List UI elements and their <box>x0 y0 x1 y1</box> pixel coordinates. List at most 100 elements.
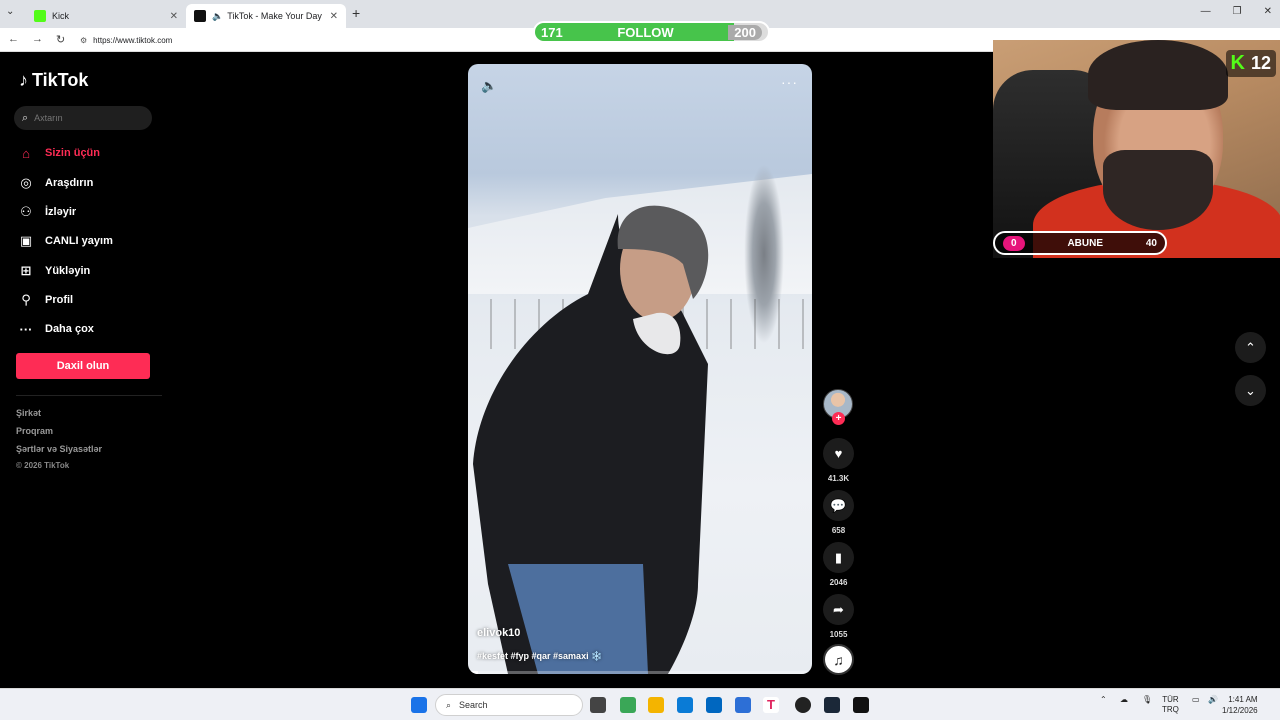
nav-following[interactable]: ⚇ İzləyir <box>17 202 76 222</box>
widgets-icon[interactable] <box>620 697 636 713</box>
nav-more[interactable]: ··· Daha çox <box>17 319 94 339</box>
tiktok-logo[interactable]: ♪ TikTok <box>19 70 88 91</box>
footer-link-company[interactable]: Şirkət <box>16 408 41 418</box>
share-icon: ➦ <box>833 601 844 617</box>
system-clock[interactable]: 1:41 AM 1/12/2026 <box>1222 694 1258 716</box>
previous-video-button[interactable]: ⌃ <box>1235 332 1266 363</box>
search-input[interactable] <box>34 113 135 123</box>
restore-icon[interactable]: ❐ <box>1233 6 1242 17</box>
windows-start-icon[interactable] <box>411 697 427 713</box>
comment-button[interactable]: 💬 <box>823 490 854 521</box>
video-subject <box>473 205 709 674</box>
video-progress-bar[interactable] <box>468 671 812 674</box>
app-icon[interactable] <box>735 697 751 713</box>
forward-icon[interactable]: → <box>32 33 43 45</box>
heart-icon: ♥ <box>834 446 843 461</box>
video-progress-fill <box>468 671 479 674</box>
obs-icon[interactable] <box>795 697 811 713</box>
next-video-button[interactable]: ⌄ <box>1235 375 1266 406</box>
url-field[interactable]: ⚙ https://www.tiktok.com <box>80 32 980 48</box>
search-icon: ⌕ <box>446 699 452 710</box>
follow-plus-icon[interactable]: + <box>832 412 845 425</box>
close-window-icon[interactable]: ✕ <box>1264 6 1272 17</box>
volume-tray-icon[interactable]: 🔊 <box>1208 695 1218 705</box>
cloud-icon[interactable]: ☁ <box>1120 695 1128 705</box>
nav-label: Sizin üçün <box>45 147 100 159</box>
video-player[interactable]: 🔈 ··· elivok10 #kesfet #fyp #qar #samaxi… <box>468 64 812 674</box>
game-app-icon[interactable] <box>853 697 869 713</box>
clock-date: 1/12/2026 <box>1222 706 1258 715</box>
save-button[interactable]: ▮ <box>823 542 854 573</box>
comment-count: 658 <box>831 526 846 535</box>
save-count: 2046 <box>829 578 848 587</box>
language-code: TÜR <box>1162 695 1179 704</box>
clock-time: 1:41 AM <box>1228 695 1258 704</box>
file-explorer-icon[interactable] <box>648 697 664 713</box>
like-count: 41.3K <box>827 474 850 483</box>
tab-tiktok[interactable]: 🔈 TikTok - Make Your Day ✕ <box>186 4 346 28</box>
site-info-icon[interactable]: ⚙ <box>80 36 87 45</box>
kick-viewer-badge: K 12 <box>1225 50 1276 77</box>
taskbar-search-label: Search <box>459 700 488 710</box>
nav-explore[interactable]: ◎ Araşdırın <box>17 173 93 193</box>
live-icon: ▣ <box>19 233 33 248</box>
divider <box>16 395 162 396</box>
task-view-icon[interactable] <box>590 697 606 713</box>
nav-upload[interactable]: ⊞ Yükləyin <box>17 261 91 281</box>
edge-icon[interactable] <box>677 697 693 713</box>
close-tab-icon[interactable]: ✕ <box>330 11 338 22</box>
nav-live[interactable]: ▣ CANLI yayım <box>17 231 113 251</box>
footer-link-program[interactable]: Proqram <box>16 426 53 436</box>
nav-label: Profil <box>45 294 74 306</box>
nav-label: CANLI yayım <box>45 235 113 247</box>
nav-profile[interactable]: ⚲ Profil <box>17 290 73 310</box>
store-icon[interactable] <box>706 697 722 713</box>
subscriber-goal-bar: 0 ABUNE 40 <box>993 231 1167 255</box>
volume-icon[interactable]: 🔈 <box>481 78 497 94</box>
home-icon: ⌂ <box>22 145 30 161</box>
logo-text: TikTok <box>32 70 89 90</box>
abune-target: 40 <box>1145 237 1157 249</box>
text-app-icon[interactable]: T <box>763 697 779 713</box>
minimize-icon[interactable]: — <box>1201 6 1211 17</box>
steam-icon[interactable] <box>824 697 840 713</box>
speaker-icon[interactable]: 🔈 <box>212 11 223 22</box>
tab-list-chevron-icon[interactable]: ⌄ <box>6 6 14 17</box>
kick-icon <box>34 10 46 22</box>
video-username[interactable]: elivok10 <box>477 627 520 639</box>
tray-chevron-icon[interactable]: ⌃ <box>1100 695 1107 705</box>
like-button[interactable]: ♥ <box>823 438 854 469</box>
nav-label: Araşdırın <box>45 177 94 189</box>
chevron-up-icon: ⌃ <box>1245 339 1256 355</box>
abune-current: 0 <box>1003 235 1025 251</box>
taskbar-search[interactable]: ⌕ Search <box>435 694 583 716</box>
tiktok-icon <box>194 10 206 22</box>
nav-label: Daha çox <box>45 323 94 335</box>
network-icon[interactable]: ▭ <box>1192 695 1200 705</box>
login-button[interactable]: Daxil olun <box>16 353 150 379</box>
video-caption[interactable]: #kesfet #fyp #qar #samaxi ❄️ <box>477 651 602 662</box>
bookmark-icon: ▮ <box>834 549 843 565</box>
compass-icon: ◎ <box>20 175 32 190</box>
search-box[interactable]: ⌕ <box>14 106 152 130</box>
tab-title: TikTok - Make Your Day <box>227 11 322 21</box>
more-options-icon[interactable]: ··· <box>781 74 798 90</box>
more-icon: ··· <box>19 321 33 337</box>
reload-icon[interactable]: ↻ <box>56 33 65 46</box>
nav-for-you[interactable]: ⌂ Sizin üçün <box>17 143 100 163</box>
music-disc-icon[interactable]: ♫ <box>823 644 854 675</box>
search-icon: ⌕ <box>22 111 29 124</box>
new-tab-button[interactable]: + <box>352 5 360 21</box>
mic-icon[interactable]: 🎙 <box>1142 695 1152 705</box>
share-button[interactable]: ➦ <box>823 594 854 625</box>
close-tab-icon[interactable]: ✕ <box>170 11 178 22</box>
streamer-hair <box>1088 40 1228 110</box>
follow-target: 200 <box>728 24 762 40</box>
abune-label: ABUNE <box>1067 237 1103 249</box>
back-icon[interactable]: ← <box>8 33 19 45</box>
follow-label: FOLLOW <box>617 24 674 40</box>
language-indicator[interactable]: TÜR TRQ <box>1162 695 1179 715</box>
chevron-down-icon: ⌄ <box>1245 382 1256 398</box>
tab-kick[interactable]: Kick ✕ <box>26 4 186 28</box>
footer-link-terms[interactable]: Şərtlər və Siyasətlər <box>16 444 102 454</box>
